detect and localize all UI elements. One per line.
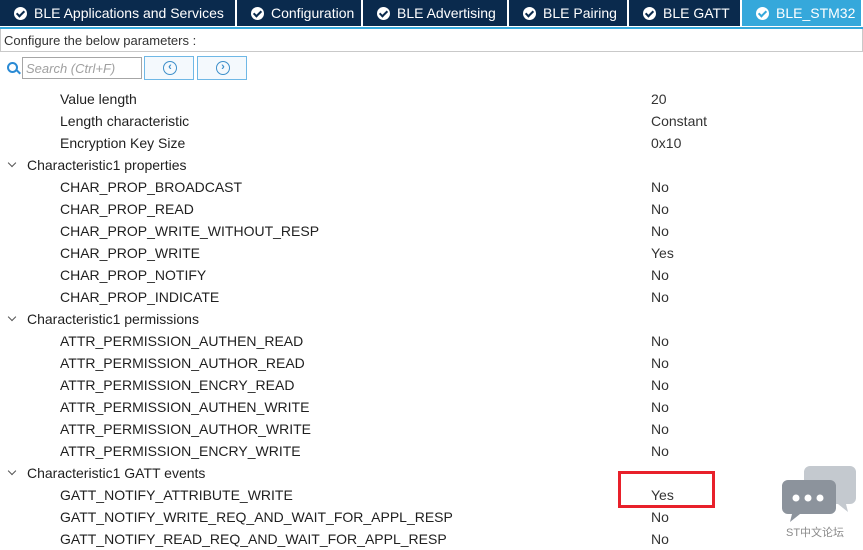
check-circle-icon [14, 6, 27, 20]
param-label: GATT_NOTIFY_ATTRIBUTE_WRITE [60, 487, 293, 503]
parameter-tree: Value length 20 Length characteristic Co… [0, 88, 863, 550]
param-row[interactable]: ATTR_PERMISSION_ENCRY_READ No [0, 374, 863, 396]
tab-bar: BLE Applications and Services Configurat… [0, 0, 863, 27]
param-row[interactable]: ATTR_PERMISSION_AUTHOR_READ No [0, 352, 863, 374]
param-row[interactable]: ATTR_PERMISSION_ENCRY_WRITE No [0, 440, 863, 462]
param-value[interactable]: No [651, 355, 669, 371]
param-label: Value length [60, 91, 137, 107]
param-row[interactable]: ATTR_PERMISSION_AUTHOR_WRITE No [0, 418, 863, 440]
param-label: GATT_NOTIFY_READ_REQ_AND_WAIT_FOR_APPL_R… [60, 531, 447, 547]
group-title: Characteristic1 GATT events [27, 465, 206, 481]
param-label: ATTR_PERMISSION_AUTHEN_WRITE [60, 399, 310, 415]
group-characteristic1-permissions[interactable]: Characteristic1 permissions [0, 308, 863, 330]
param-value[interactable]: 20 [651, 91, 667, 107]
search-bar: ‹ › [0, 54, 863, 82]
tab-label: BLE Pairing [543, 5, 617, 21]
group-characteristic1-gatt-events[interactable]: Characteristic1 GATT events [0, 462, 863, 484]
param-value[interactable]: No [651, 179, 669, 195]
search-input[interactable] [22, 57, 142, 79]
chat-bubble-icon [782, 466, 856, 522]
tab-label: BLE Advertising [397, 5, 496, 21]
highlight-box [618, 471, 715, 508]
param-label: Encryption Key Size [60, 135, 186, 151]
param-value[interactable]: No [651, 531, 669, 547]
param-label: ATTR_PERMISSION_AUTHOR_WRITE [60, 421, 311, 437]
param-row[interactable]: GATT_NOTIFY_ATTRIBUTE_WRITE Yes [0, 484, 863, 506]
param-row[interactable]: CHAR_PROP_READ No [0, 198, 863, 220]
param-label: ATTR_PERMISSION_AUTHOR_READ [60, 355, 305, 371]
param-value[interactable]: No [651, 223, 669, 239]
group-characteristic1-properties[interactable]: Characteristic1 properties [0, 154, 863, 176]
param-value[interactable]: No [651, 289, 669, 305]
tab-configuration[interactable]: Configuration [237, 0, 361, 26]
param-row[interactable]: CHAR_PROP_BROADCAST No [0, 176, 863, 198]
param-row[interactable]: CHAR_PROP_NOTIFY No [0, 264, 863, 286]
tab-ble-pairing[interactable]: BLE Pairing [509, 0, 627, 26]
param-row[interactable]: ATTR_PERMISSION_AUTHEN_WRITE No [0, 396, 863, 418]
param-label: CHAR_PROP_READ [60, 201, 194, 217]
param-value[interactable]: No [651, 421, 669, 437]
param-label: GATT_NOTIFY_WRITE_REQ_AND_WAIT_FOR_APPL_… [60, 509, 453, 525]
param-value[interactable]: No [651, 201, 669, 217]
chevron-right-circle-icon: › [216, 61, 230, 75]
param-row[interactable]: ATTR_PERMISSION_AUTHEN_READ No [0, 330, 863, 352]
param-row-value-length[interactable]: Value length 20 [0, 88, 863, 110]
tab-ble-applications-and-services[interactable]: BLE Applications and Services [0, 0, 235, 26]
tab-ble-gatt[interactable]: BLE GATT [629, 0, 740, 26]
param-value[interactable]: Yes [651, 245, 674, 261]
param-label: ATTR_PERMISSION_AUTHEN_READ [60, 333, 304, 349]
param-value[interactable]: No [651, 333, 669, 349]
chevron-down-icon[interactable] [7, 312, 17, 322]
group-title: Characteristic1 permissions [27, 311, 199, 327]
config-header: Configure the below parameters : [0, 29, 863, 52]
param-value[interactable]: No [651, 267, 669, 283]
param-value[interactable]: No [651, 399, 669, 415]
check-circle-icon [643, 6, 656, 20]
check-circle-icon [377, 6, 390, 20]
param-label: CHAR_PROP_WRITE_WITHOUT_RESP [60, 223, 320, 239]
tab-label: BLE GATT [663, 5, 730, 21]
watermark: ST中文论坛 [782, 462, 858, 542]
param-row[interactable]: GATT_NOTIFY_READ_REQ_AND_WAIT_FOR_APPL_R… [0, 528, 863, 550]
param-label: ATTR_PERMISSION_ENCRY_READ [60, 377, 295, 393]
search-previous-button[interactable]: ‹ [144, 56, 194, 80]
chevron-down-icon[interactable] [7, 158, 17, 168]
search-icon [7, 62, 18, 73]
group-title: Characteristic1 properties [27, 157, 187, 173]
param-row[interactable]: CHAR_PROP_INDICATE No [0, 286, 863, 308]
param-row-length-characteristic[interactable]: Length characteristic Constant [0, 110, 863, 132]
tab-ble-advertising[interactable]: BLE Advertising [363, 0, 507, 26]
chevron-down-icon[interactable] [7, 466, 17, 476]
param-row[interactable]: CHAR_PROP_WRITE_WITHOUT_RESP No [0, 220, 863, 242]
param-label: Length characteristic [60, 113, 190, 129]
param-label: CHAR_PROP_WRITE [60, 245, 201, 261]
param-value[interactable]: Constant [651, 113, 707, 129]
check-circle-icon [523, 6, 536, 20]
param-value[interactable]: No [651, 377, 669, 393]
param-label: CHAR_PROP_INDICATE [60, 289, 220, 305]
param-label: CHAR_PROP_NOTIFY [60, 267, 207, 283]
param-value[interactable]: No [651, 443, 669, 459]
param-value[interactable]: 0x10 [651, 135, 681, 151]
watermark-text: ST中文论坛 [786, 527, 845, 539]
tab-label: BLE Applications and Services [34, 5, 224, 21]
config-header-text: Configure the below parameters : [4, 33, 197, 48]
search-next-button[interactable]: › [197, 56, 247, 80]
param-row-encryption-key-size[interactable]: Encryption Key Size 0x10 [0, 132, 863, 154]
chevron-left-circle-icon: ‹ [163, 61, 177, 75]
tab-ble-stm32[interactable]: BLE_STM32 [742, 0, 861, 26]
tab-label: Configuration [271, 5, 355, 21]
param-label: ATTR_PERMISSION_ENCRY_WRITE [60, 443, 301, 459]
param-row[interactable]: CHAR_PROP_WRITE Yes [0, 242, 863, 264]
param-row[interactable]: GATT_NOTIFY_WRITE_REQ_AND_WAIT_FOR_APPL_… [0, 506, 863, 528]
check-circle-icon [756, 6, 769, 20]
param-label: CHAR_PROP_BROADCAST [60, 179, 243, 195]
check-circle-icon [251, 6, 264, 20]
tab-label: BLE_STM32 [776, 5, 856, 21]
param-value[interactable]: No [651, 509, 669, 525]
